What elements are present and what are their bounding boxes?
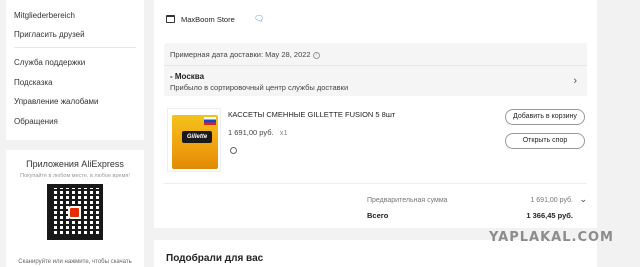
russia-flag-icon [204, 117, 216, 125]
product-price-row: 1 691,00 руб. x1 [228, 128, 288, 137]
product-quantity: x1 [279, 128, 288, 137]
sidebar-menu: Mitgliederbereich Пригласить друзей Служ… [6, 0, 144, 140]
product-brand-logo: Gillette [182, 131, 212, 143]
app-promo-subtitle: Покупайте в любом месте, в любое время! [20, 173, 130, 179]
open-dispute-button[interactable]: Открыть спор [505, 133, 585, 149]
delivery-city: - Москва [170, 72, 205, 81]
chevron-right-icon[interactable]: › [573, 75, 577, 87]
order-card: MaxBoom Store 🗨 Примерная дата доставки:… [154, 0, 597, 228]
product-price: 1 691,00 руб. [228, 128, 274, 137]
recommendations-title: Подобрали для вас [166, 253, 264, 264]
add-to-cart-button[interactable]: Добавить в корзину [505, 109, 585, 125]
aliexpress-logo-icon [68, 206, 81, 219]
sidebar-item-support[interactable]: Служба поддержки [14, 58, 85, 67]
sidebar-divider [14, 47, 136, 48]
delivery-status: Прибыло в сортировочный центр службы дос… [170, 83, 349, 92]
site-watermark: YAPLAKAL.COM [489, 230, 614, 245]
store-row[interactable]: MaxBoom Store [166, 12, 235, 26]
total-label: Всего [367, 211, 389, 220]
chevron-down-icon[interactable]: ⌄ [579, 194, 587, 205]
delivery-divider [164, 65, 587, 66]
sidebar-item-help[interactable]: Подсказка [14, 78, 53, 87]
store-name[interactable]: MaxBoom Store [181, 15, 235, 24]
app-promo-bottom-text: Сканируйте или нажмите, чтобы скачать [18, 259, 132, 265]
subtotal-value: 1 691,00 руб. [530, 197, 573, 204]
sidebar-item-complaints[interactable]: Управление жалобами [14, 97, 99, 106]
sidebar-item-member-area[interactable]: Mitgliederbereich [14, 11, 75, 20]
summary-divider [164, 183, 587, 184]
product-image[interactable]: Gillette [167, 108, 221, 172]
store-icon [166, 15, 175, 23]
subtotal-label: Предварительная сумма [367, 197, 448, 204]
total-value: 1 366,45 руб. [526, 211, 573, 220]
buyer-protection-icon[interactable] [230, 147, 237, 154]
app-promo-card: Приложения AliExpress Покупайте в любом … [6, 150, 144, 267]
delivery-info[interactable]: Примерная дата доставки: May 28, 2022 ? … [164, 43, 587, 96]
sidebar-item-requests[interactable]: Обращения [14, 117, 58, 126]
delivery-date-row: Примерная дата доставки: May 28, 2022 ? [170, 50, 320, 59]
chat-icon[interactable]: 🗨 [254, 14, 264, 23]
product-package: Gillette [172, 115, 218, 169]
question-icon[interactable]: ? [312, 51, 320, 59]
delivery-date: Примерная дата доставки: May 28, 2022 [170, 50, 311, 59]
sidebar-item-invite-friends[interactable]: Пригласить друзей [14, 30, 85, 39]
app-promo-title: Приложения AliExpress [26, 159, 124, 169]
product-title[interactable]: КАССЕТЫ СМЕННЫЕ GILLETTE FUSION 5 8шт [228, 110, 395, 119]
